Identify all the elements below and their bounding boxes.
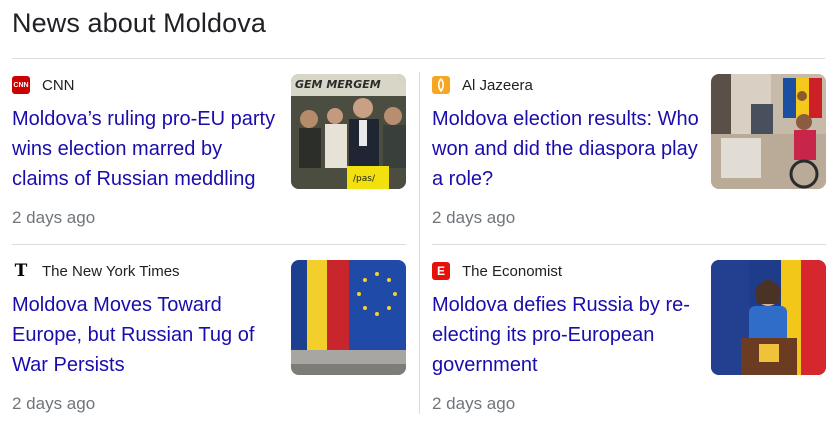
row-divider	[432, 244, 826, 245]
publisher: T The New York Times	[12, 261, 180, 281]
headline-link[interactable]: Moldova’s ruling pro-EU party wins elect…	[12, 104, 284, 194]
publisher-name: Al Jazeera	[462, 76, 533, 94]
article-thumbnail[interactable]	[711, 74, 826, 189]
publisher: Al Jazeera	[432, 76, 533, 94]
publisher: CNN CNN	[12, 76, 75, 94]
row-divider	[12, 244, 406, 245]
news-card-economist[interactable]: E The Economist Moldova defies Russia by…	[432, 260, 826, 430]
timestamp: 2 days ago	[432, 394, 516, 413]
publisher: E The Economist	[432, 262, 562, 280]
headline-link[interactable]: Moldova defies Russia by re-electing its…	[432, 290, 704, 380]
economist-logo-icon: E	[432, 262, 450, 280]
timestamp: 2 days ago	[432, 208, 516, 227]
headline-link[interactable]: Moldova election results: Who won and di…	[432, 104, 704, 194]
publisher-name: The New York Times	[42, 262, 180, 280]
headline-link[interactable]: Moldova Moves Toward Europe, but Russian…	[12, 290, 284, 380]
cnn-logo-icon: CNN	[12, 76, 30, 94]
article-thumbnail[interactable]	[711, 260, 826, 375]
column-divider	[419, 72, 420, 414]
news-card-cnn[interactable]: CNN CNN Moldova’s ruling pro-EU party wi…	[12, 74, 406, 244]
svg-text:GEM MERGEM: GEM MERGEM	[295, 78, 381, 91]
article-thumbnail[interactable]	[291, 260, 406, 375]
publisher-name: CNN	[42, 76, 75, 94]
top-divider	[12, 58, 825, 59]
publisher-name: The Economist	[462, 262, 563, 280]
timestamp: 2 days ago	[12, 208, 96, 227]
news-card-al-jazeera[interactable]: Al Jazeera Moldova election results: Who…	[432, 74, 826, 244]
svg-text:/pas/: /pas/	[353, 174, 376, 184]
article-thumbnail[interactable]: GEM MERGEM /pas/	[291, 74, 406, 189]
news-card-nyt[interactable]: T The New York Times Moldova Moves Towar…	[12, 260, 406, 430]
nyt-logo-icon: T	[14, 261, 28, 281]
timestamp: 2 days ago	[12, 394, 96, 413]
section-title: News about Moldova	[12, 8, 266, 38]
al-jazeera-logo-icon	[432, 76, 450, 94]
